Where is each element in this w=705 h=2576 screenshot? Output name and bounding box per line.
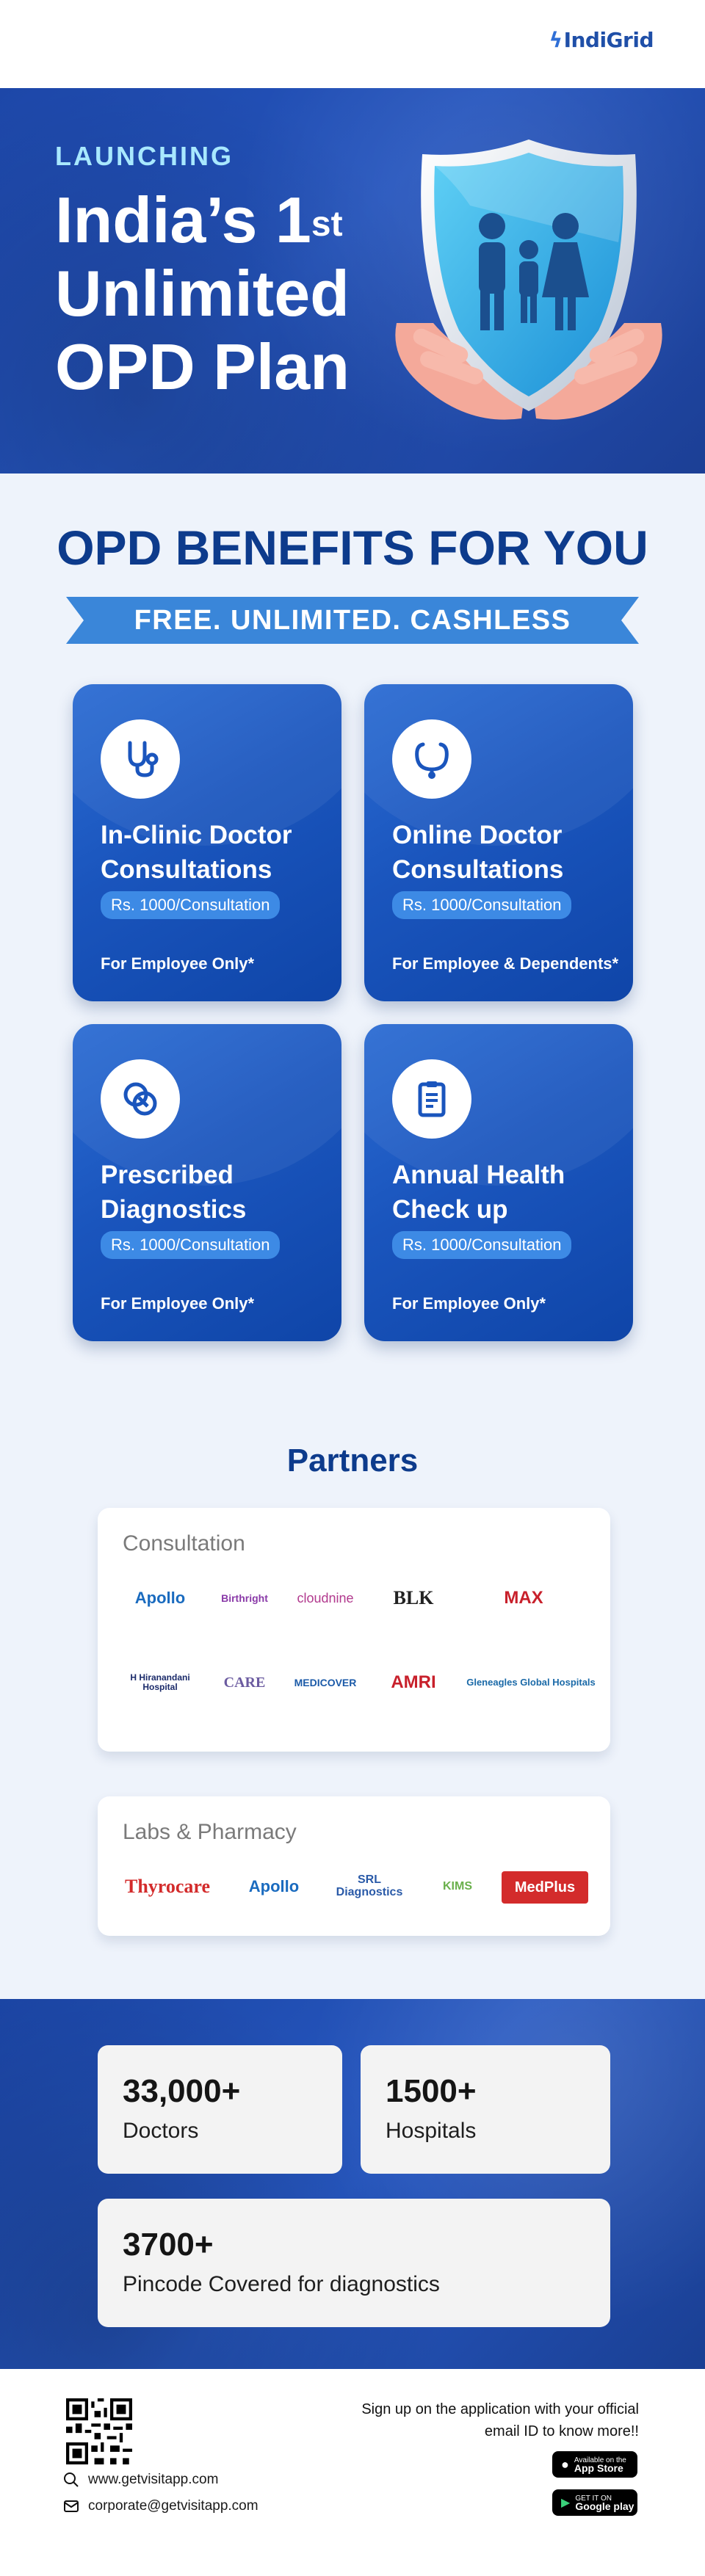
card-note: For Employee & Dependents* <box>392 954 619 973</box>
hero-title: India’s 1st Unlimited OPD Plan <box>55 184 400 404</box>
stethoscope-icon <box>101 719 180 799</box>
card-note: For Employee Only* <box>101 954 255 973</box>
apollo-pharmacy-logo: Apollo <box>248 1877 300 1896</box>
website-link[interactable]: www.getvisitapp.com <box>63 2472 218 2488</box>
benefit-cards: In-Clinic Doctor Consultations Rs. 1000/… <box>0 644 705 1341</box>
google-play-button[interactable]: ▶ GET IT ON Google play <box>552 2489 637 2516</box>
signup-text: Sign up on the application with your off… <box>361 2401 639 2439</box>
benefit-card-diagnostics[interactable]: Prescribed Diagnostics Rs. 1000/Consulta… <box>73 1024 341 1341</box>
benefits-title: OPD BENEFITS FOR YOU <box>57 520 648 575</box>
card-price-badge: Rs. 1000/Consultation <box>101 1231 281 1259</box>
card-note: For Employee Only* <box>101 1294 255 1313</box>
google-play-label: Google play <box>575 2500 634 2512</box>
stat-label: Pincode Covered for diagnostics <box>123 2272 440 2296</box>
stethoscope-icon <box>392 719 471 799</box>
footer: www.getvisitapp.com corporate@getvisitap… <box>0 2369 705 2576</box>
hiranandani-logo: H Hiranandani Hospital <box>130 1672 190 1692</box>
stat-doctors: 33,000+ Doctors <box>98 2045 342 2174</box>
gleneagles-logo: Gleneagles Global Hospitals <box>466 1677 596 1688</box>
app-store-label: App Store <box>574 2462 623 2474</box>
care-logo: CARE <box>223 1674 266 1691</box>
email-link[interactable]: corporate@getvisitapp.com <box>63 2498 258 2514</box>
hero-banner: LAUNCHING India’s 1st Unlimited OPD Plan <box>0 88 705 474</box>
family-shield-illustration <box>395 139 662 420</box>
apollo-logo: Apollo <box>134 1589 186 1608</box>
stats-section: 33,000+ Doctors 1500+ Hospitals 3700+ Pi… <box>0 1999 705 2369</box>
apple-icon: ● <box>561 2456 569 2472</box>
hero-title-sup: st <box>311 205 343 244</box>
card-title: Prescribed Diagnostics <box>101 1161 247 1224</box>
stat-number: 33,000+ <box>123 2073 241 2109</box>
card-price-badge: Rs. 1000/Consultation <box>101 891 281 919</box>
stat-label: Hospitals <box>386 2119 477 2143</box>
play-icon: ▶ <box>561 2496 571 2509</box>
stat-number: 3700+ <box>123 2227 214 2263</box>
thyrocare-logo: Thyrocare <box>124 1876 211 1898</box>
search-icon <box>64 2472 79 2487</box>
birthright-logo: Birthright <box>221 1592 268 1604</box>
amri-logo: AMRI <box>391 1672 436 1693</box>
clipboard-icon <box>392 1059 471 1139</box>
card-note: For Employee Only* <box>392 1294 546 1313</box>
hero-title-line3: OPD Plan <box>55 330 350 403</box>
consultation-partners-box: Consultation Apollo Birthright cloudnine… <box>98 1508 610 1752</box>
hero-title-line2: Unlimited <box>55 257 350 330</box>
mail-icon <box>64 2500 79 2512</box>
partners-title: Partners <box>286 1443 419 1479</box>
card-title: In-Clinic Doctor Consultations <box>101 821 292 884</box>
card-price-badge: Rs. 1000/Consultation <box>392 1231 572 1259</box>
srl-logo: SRL Diagnostics <box>336 1873 403 1898</box>
medplus-logo: MedPlus <box>502 1871 588 1904</box>
consultation-heading: Consultation <box>123 1531 245 1556</box>
website-text: www.getvisitapp.com <box>88 2472 219 2487</box>
card-title: Online Doctor Consultations <box>392 821 564 884</box>
indigrid-logo[interactable]: ϟIndiGrid <box>549 28 654 52</box>
benefit-card-online[interactable]: Online Doctor Consultations Rs. 1000/Con… <box>364 684 633 1001</box>
app-store-button[interactable]: ● Available on the App Store <box>552 2451 637 2478</box>
kims-logo: KIMS <box>443 1879 472 1893</box>
stat-pincodes: 3700+ Pincode Covered for diagnostics <box>98 2199 610 2327</box>
max-logo: MAX <box>504 1588 543 1608</box>
top-bar: ϟIndiGrid <box>0 0 705 88</box>
logo-text: IndiGrid <box>563 28 654 52</box>
stat-label: Doctors <box>123 2119 199 2143</box>
labs-heading: Labs & Pharmacy <box>123 1820 297 1844</box>
card-price-badge: Rs. 1000/Consultation <box>392 891 572 919</box>
hero-title-line1: India’s 1 <box>55 184 311 256</box>
medicover-logo: MEDICOVER <box>294 1676 357 1688</box>
benefit-card-in-clinic[interactable]: In-Clinic Doctor Consultations Rs. 1000/… <box>73 684 341 1001</box>
card-title: Annual Health Check up <box>392 1161 565 1224</box>
benefit-card-health-checkup[interactable]: Annual Health Check up Rs. 1000/Consulta… <box>364 1024 633 1341</box>
stat-number: 1500+ <box>386 2073 477 2109</box>
benefits-ribbon: FREE. UNLIMITED. CASHLESS <box>66 597 639 644</box>
email-text: corporate@getvisitapp.com <box>88 2498 258 2514</box>
qr-code-icon[interactable] <box>66 2398 132 2464</box>
hero-tag: LAUNCHING <box>55 141 234 171</box>
stat-hospitals: 1500+ Hospitals <box>361 2045 610 2174</box>
pill-icon <box>101 1059 180 1139</box>
labs-partners-box: Labs & Pharmacy Thyrocare Apollo SRL Dia… <box>98 1796 610 1936</box>
cloudnine-logo: cloudnine <box>297 1590 354 1606</box>
blk-logo: BLK <box>393 1587 434 1609</box>
bolt-icon: ϟ <box>549 28 563 52</box>
